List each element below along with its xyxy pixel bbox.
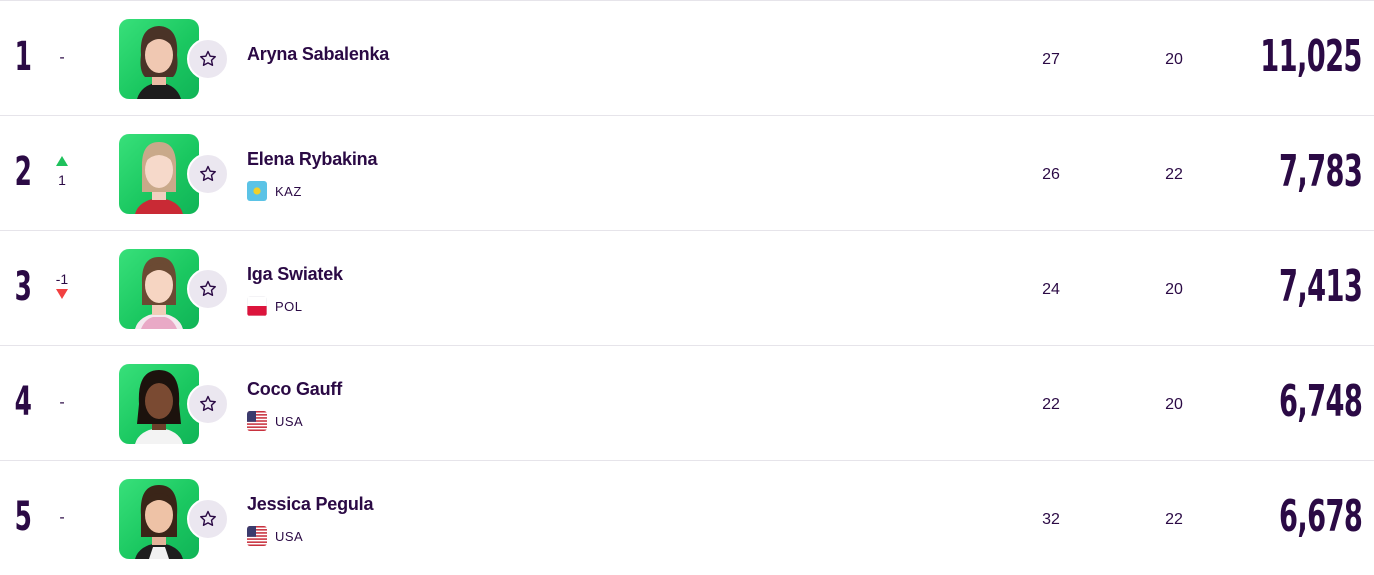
points: 7,413 [1278, 261, 1363, 312]
favorite-button[interactable] [187, 153, 229, 195]
tournaments-played: 22 [1042, 396, 1060, 413]
triangle-down-icon [56, 289, 68, 299]
points: 6,678 [1278, 491, 1363, 542]
usa-flag-icon [247, 411, 267, 431]
country-code: KAZ [275, 184, 302, 199]
country-code: USA [275, 529, 304, 544]
pol-flag-icon [247, 296, 267, 316]
player-name[interactable]: Iga Swiatek [247, 264, 343, 285]
points: 6,748 [1278, 376, 1363, 427]
rank-movement: -1 [48, 267, 76, 311]
star-outline-icon [200, 50, 216, 66]
tournaments-counted: 20 [1165, 396, 1183, 413]
table-row[interactable]: 1 - Aryna Sabalenka 27 20 11,025 [0, 0, 1374, 115]
star-outline-icon [200, 510, 216, 526]
country-code: USA [275, 414, 304, 429]
player-name[interactable]: Elena Rybakina [247, 149, 377, 170]
usa-flag-icon [247, 526, 267, 546]
favorite-button[interactable] [187, 383, 229, 425]
tournaments-played: 24 [1042, 281, 1060, 298]
tournaments-counted: 20 [1165, 281, 1183, 298]
favorite-button[interactable] [187, 38, 229, 80]
movement-value: - [59, 49, 65, 66]
movement-value: -1 [55, 271, 69, 287]
points: 7,783 [1278, 146, 1363, 197]
player-name[interactable]: Jessica Pegula [247, 494, 373, 515]
rank-movement: 1 [48, 152, 76, 196]
tournaments-played: 32 [1042, 511, 1060, 528]
rankings-table: 1 - Aryna Sabalenka 27 20 11,025 2 1 Ele… [0, 0, 1374, 570]
kaz-flag-icon [247, 181, 267, 201]
player-name[interactable]: Coco Gauff [247, 379, 342, 400]
favorite-button[interactable] [187, 498, 229, 540]
tournaments-played: 27 [1042, 51, 1060, 68]
rank-movement: - [48, 497, 76, 541]
table-row[interactable]: 3 -1 Iga Swiatek POL 24 20 7,413 [0, 230, 1374, 345]
star-outline-icon [200, 280, 216, 296]
table-row[interactable]: 5 - Jessica Pegula USA 32 22 6,678 [0, 460, 1374, 575]
movement-value: 1 [58, 172, 66, 188]
rank-number: 5 [14, 494, 32, 540]
movement-value: - [59, 509, 65, 526]
table-row[interactable]: 2 1 Elena Rybakina KAZ 26 22 7,783 [0, 115, 1374, 230]
rank-movement: - [48, 382, 76, 426]
favorite-button[interactable] [187, 268, 229, 310]
star-outline-icon [200, 165, 216, 181]
points: 11,025 [1260, 31, 1362, 82]
triangle-up-icon [56, 156, 68, 166]
country-code: POL [275, 299, 303, 314]
movement-value: - [59, 394, 65, 411]
rank-movement: - [48, 37, 76, 81]
rank-number: 1 [14, 34, 32, 80]
player-name[interactable]: Aryna Sabalenka [247, 44, 389, 65]
tournaments-counted: 22 [1165, 166, 1183, 183]
rank-number: 3 [14, 264, 32, 310]
table-row[interactable]: 4 - Coco Gauff USA 22 20 6,748 [0, 345, 1374, 460]
star-outline-icon [200, 395, 216, 411]
tournaments-counted: 22 [1165, 511, 1183, 528]
tournaments-played: 26 [1042, 166, 1060, 183]
rank-number: 4 [14, 379, 32, 425]
tournaments-counted: 20 [1165, 51, 1183, 68]
rank-number: 2 [14, 149, 32, 195]
